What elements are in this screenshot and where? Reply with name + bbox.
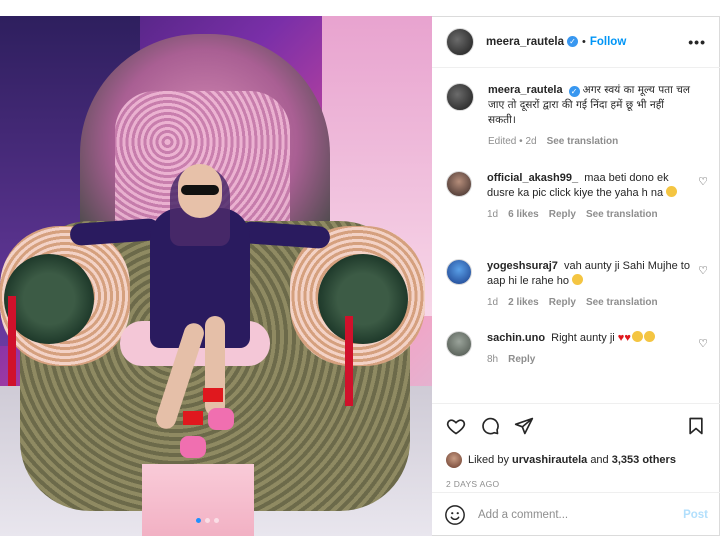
reply-button[interactable]: Reply: [508, 352, 535, 367]
share-icon[interactable]: [514, 416, 534, 436]
avatar[interactable]: [446, 259, 472, 285]
wreath-right: [318, 254, 408, 344]
more-horizontal-icon[interactable]: •••: [688, 34, 706, 50]
post-timestamp[interactable]: 2 DAYS AGO: [446, 479, 499, 489]
heart-icon[interactable]: ♡: [698, 337, 708, 350]
avatar[interactable]: [446, 331, 472, 357]
comment-username[interactable]: official_akash99_: [487, 172, 578, 184]
see-translation-link[interactable]: See translation: [586, 295, 658, 310]
heart-icon[interactable]: [446, 416, 466, 436]
comment-age: 1d: [487, 297, 499, 308]
separator: •: [582, 35, 586, 48]
comment-username[interactable]: sachin.uno: [487, 332, 545, 344]
heart-icon[interactable]: ♡: [698, 264, 708, 277]
red-ribbon: [8, 296, 16, 386]
reply-button[interactable]: Reply: [549, 295, 576, 310]
comment-meta: 8h Reply: [487, 352, 692, 367]
verified-badge-icon: ✓: [567, 36, 578, 47]
caption-username[interactable]: meera_rautela: [488, 84, 563, 96]
author-username[interactable]: meera_rautela: [486, 36, 564, 48]
comment-meta: 1d 2 likes Reply See translation: [487, 295, 692, 310]
liked-and-label: and: [590, 454, 609, 466]
comment-text: Right aunty ji: [551, 332, 615, 344]
caption-separator: •: [519, 136, 523, 147]
red-sock: [203, 388, 223, 402]
comments-list[interactable]: meera_rautela ✓ अगर स्वयं का मूल्य पता चल…: [432, 69, 720, 403]
wreath-left: [4, 254, 94, 344]
pink-step: [142, 464, 254, 536]
comment-icon[interactable]: [480, 416, 500, 436]
caption-meta: Edited • 2d See translation: [488, 134, 693, 149]
add-comment-input[interactable]: [478, 508, 668, 521]
caption-row: meera_rautela ✓ अगर स्वयं का मूल्य पता चल…: [446, 83, 706, 149]
pink-sneaker: [208, 408, 234, 430]
liked-by-user[interactable]: urvashirautela: [512, 454, 587, 466]
follow-button[interactable]: Follow: [590, 36, 626, 48]
red-sock: [183, 411, 203, 425]
comment-age: 1d: [487, 209, 499, 220]
post-comment-button[interactable]: Post: [683, 509, 708, 521]
red-ribbon: [345, 316, 353, 406]
verified-badge-icon: ✓: [568, 86, 580, 97]
liked-by-label: Liked by: [468, 454, 509, 466]
carousel-dot-active: [196, 518, 201, 523]
sunglasses: [181, 185, 219, 195]
hearts-and-ok-hands-emoji: ♥♥: [618, 331, 655, 344]
carousel-dot: [205, 518, 210, 523]
bookmark-icon[interactable]: [686, 416, 706, 436]
pink-sneaker: [180, 436, 206, 458]
avatar[interactable]: [446, 27, 474, 56]
edited-label: Edited: [488, 136, 517, 147]
action-bar: Liked by urvashirautela and 3,353 others…: [432, 403, 720, 503]
comment-row: official_akash99_ maa beti dono ek dusre…: [446, 171, 706, 222]
see-translation-link[interactable]: See translation: [586, 207, 658, 222]
caption-age: 2d: [525, 136, 537, 147]
comment-row: yogeshsuraj7 vah aunty ji Sahi Mujhe to …: [446, 259, 706, 310]
avatar[interactable]: [446, 83, 474, 111]
likes-summary: Liked by urvashirautela and 3,353 others: [446, 452, 676, 468]
comment-likes[interactable]: 6 likes: [508, 207, 539, 222]
see-translation-link[interactable]: See translation: [547, 134, 619, 149]
reply-button[interactable]: Reply: [549, 207, 576, 222]
likes-others-link[interactable]: 3,353 others: [612, 454, 676, 466]
emoji-icon[interactable]: [444, 504, 466, 526]
comment-username[interactable]: yogeshsuraj7: [487, 260, 558, 272]
add-comment-bar: Post: [432, 492, 720, 536]
comment-age: 8h: [487, 354, 499, 365]
post-panel: meera_rautela ✓ • Follow ••• meera_raute…: [432, 16, 720, 536]
carousel-dot: [214, 518, 219, 523]
comment-row: sachin.uno Right aunty ji ♥♥ 8h Reply: [446, 331, 706, 367]
heart-icon[interactable]: ♡: [698, 175, 708, 188]
post-header: meera_rautela ✓ • Follow •••: [432, 16, 720, 68]
comment-likes[interactable]: 2 likes: [508, 295, 539, 310]
thinking-face-emoji: [666, 186, 678, 197]
grinning-face-emoji: [572, 274, 584, 285]
avatar[interactable]: [446, 452, 462, 468]
comment-meta: 1d 6 likes Reply See translation: [487, 207, 692, 222]
carousel-indicator: [196, 518, 219, 523]
post-image[interactable]: [0, 16, 432, 536]
avatar[interactable]: [446, 171, 472, 197]
